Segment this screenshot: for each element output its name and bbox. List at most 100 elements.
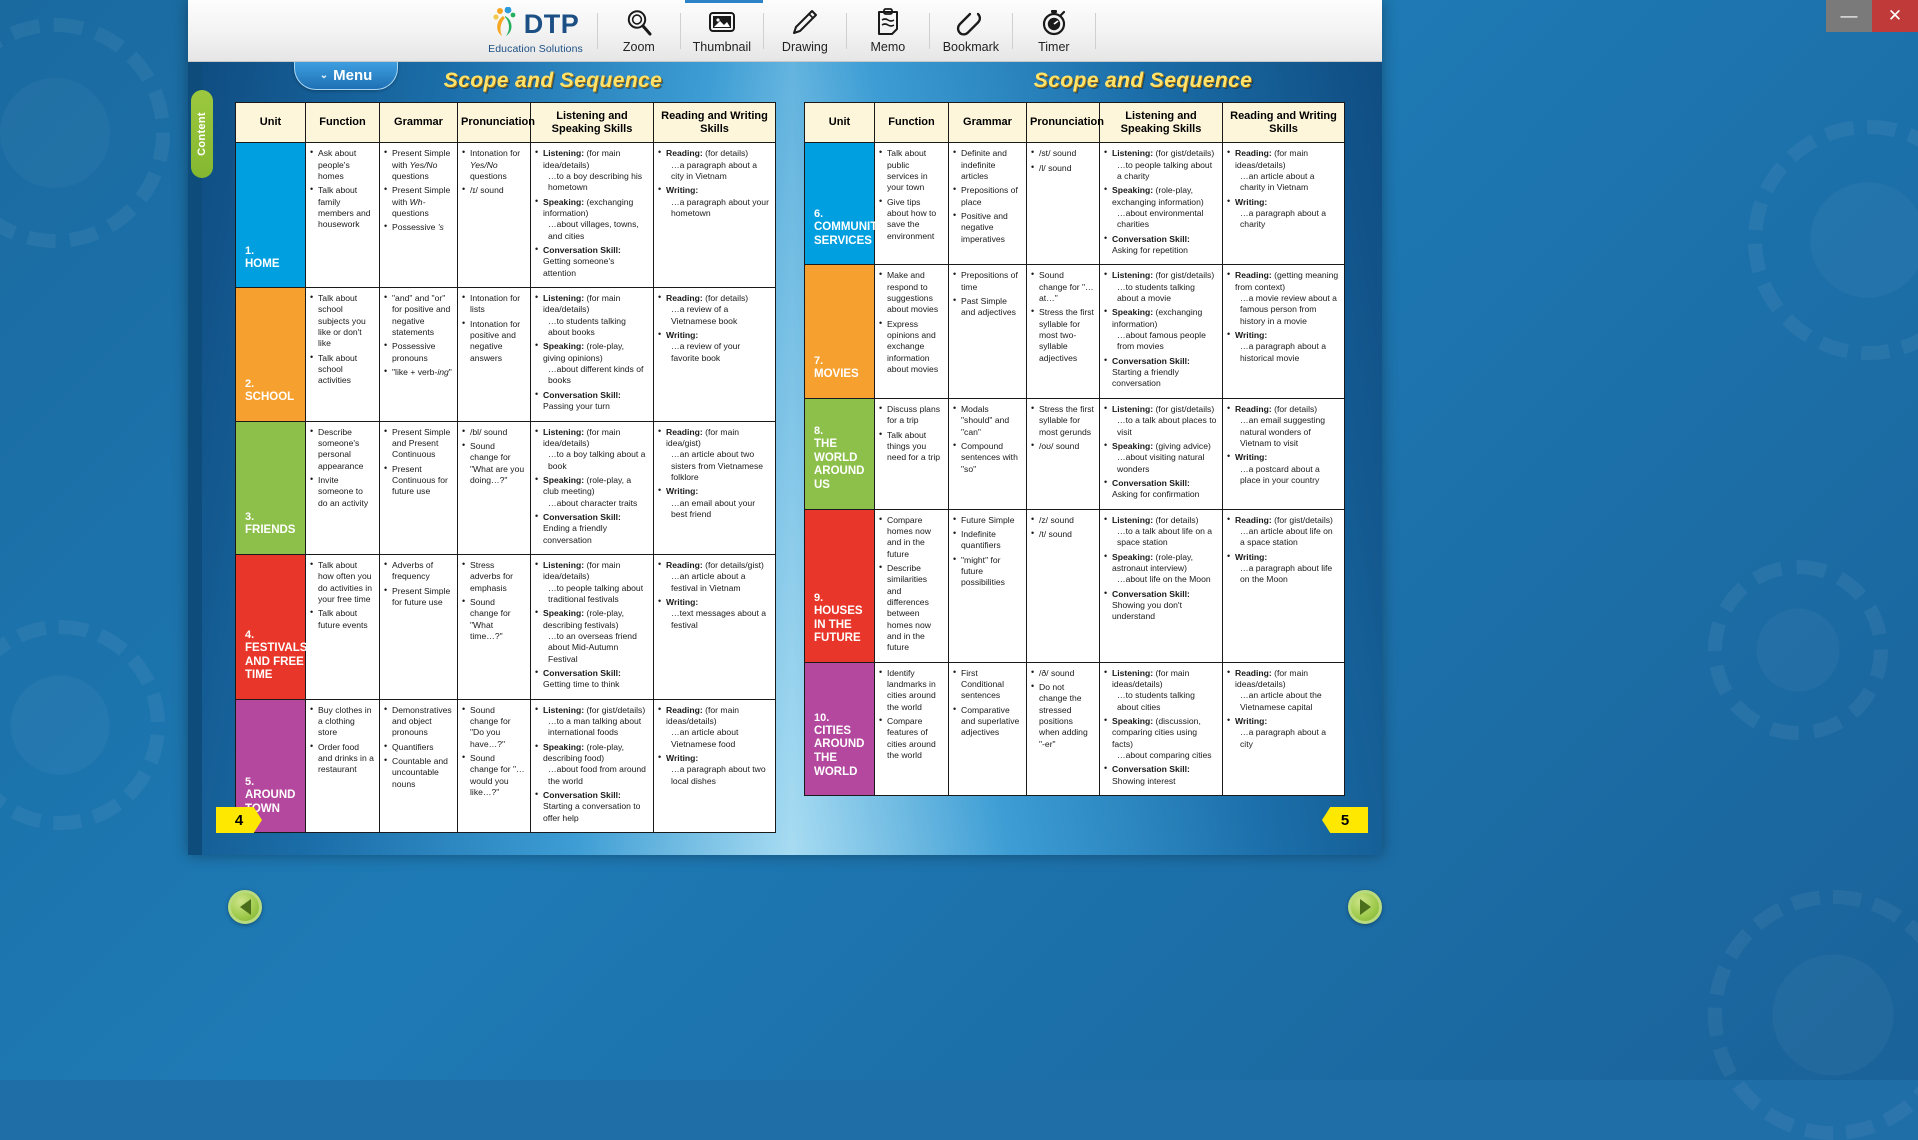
list-item: Writing:…text messages about a festival	[658, 597, 770, 631]
chevron-right-icon	[1360, 899, 1371, 915]
function-cell: Ask about people's homesTalk about famil…	[306, 143, 380, 288]
chevron-left-icon	[240, 899, 251, 915]
next-page-arrow[interactable]	[1348, 890, 1382, 924]
reading-writing-cell: Reading: (for main ideas/details)…an art…	[654, 699, 776, 832]
list-item: Modals "should" and "can"	[953, 404, 1021, 438]
list-item: Speaking: (role-play, a club meeting)…ab…	[535, 475, 648, 509]
listening-speaking-cell: Listening: (for gist/details)…to student…	[1100, 265, 1223, 398]
list-item: Ask about people's homes	[310, 148, 374, 182]
list-item: Indefinite quantifiers	[953, 529, 1021, 552]
function-cell-list: Talk about school subjects you like or d…	[310, 293, 374, 387]
column-header-0: Unit	[236, 103, 306, 143]
reading-writing-cell: Reading: (for main idea/gist)…an article…	[654, 421, 776, 554]
reading-writing-cell: Reading: (for details)…a paragraph about…	[654, 143, 776, 288]
function-cell-list: Compare homes now and in the futureDescr…	[879, 515, 943, 654]
listening-speaking-cell-list: Listening: (for details)…to a talk about…	[1104, 515, 1217, 623]
list-item: Reading: (for main idea/gist)…an article…	[658, 427, 770, 484]
list-item: Compare homes now and in the future	[879, 515, 943, 560]
listening-speaking-cell: Listening: (for main idea/details)…to pe…	[531, 554, 654, 699]
listening-speaking-cell-list: Listening: (for main idea/details)…to a …	[535, 148, 648, 279]
function-cell-list: Talk about how often you do activities i…	[310, 560, 374, 631]
tool-drawing[interactable]: Drawing	[764, 2, 846, 60]
list-item: Discuss plans for a trip	[879, 404, 943, 427]
list-item: Invite someone to do an activity	[310, 475, 374, 509]
tool-label: Drawing	[782, 40, 828, 54]
list-item: Conversation Skill: Showing interest	[1104, 764, 1217, 787]
tool-memo[interactable]: Memo	[847, 2, 929, 60]
pronunciation-cell-list: /z/ sound/t/ sound	[1031, 515, 1094, 541]
list-item: Writing:…an email about your best friend	[658, 486, 770, 520]
list-item: Writing:…a paragraph about a historical …	[1227, 330, 1339, 364]
unit-name: CITIES AROUND THE WORLD	[814, 725, 864, 778]
unit-number: 6.	[814, 208, 874, 221]
list-item: Present Simple for future use	[384, 586, 452, 609]
function-cell: Identify landmarks in cities around the …	[875, 662, 949, 795]
grammar-cell: Adverbs of frequency Present Simple for f…	[380, 554, 458, 699]
grammar-cell-list: Adverbs of frequency Present Simple for f…	[384, 560, 452, 608]
tool-timer[interactable]: Timer	[1013, 2, 1095, 60]
function-cell: Talk about public services in your townG…	[875, 143, 949, 265]
list-item: Conversation Skill: Passing your turn	[535, 390, 648, 413]
decorative-gear-icon	[1748, 120, 1918, 360]
list-item: "like + verb-ing"	[384, 367, 452, 378]
book-viewer: Content ⌄ Menu Scope and Sequence UnitFu…	[188, 62, 1382, 855]
list-item: Talk about future events	[310, 608, 374, 631]
table-row: 5.AROUND TOWNBuy clothes in a clothing s…	[236, 699, 776, 832]
column-header-2: Grammar	[949, 103, 1027, 143]
list-item: Talk about family members and housework	[310, 185, 374, 230]
unit-cell: 6.COMMUNITY SERVICES	[805, 143, 875, 265]
list-item: Speaking: (role-play, describing festiva…	[535, 608, 648, 665]
list-item: Positive and negative imperatives	[953, 211, 1021, 245]
list-item: Adverbs of frequency	[384, 560, 452, 583]
pronunciation-cell: /ð/ soundDo not change the stressed posi…	[1027, 662, 1100, 795]
list-item: Writing:…a postcard about a place in you…	[1227, 452, 1339, 486]
reading-writing-cell-list: Reading: (for main ideas/details)…an art…	[1227, 148, 1339, 230]
previous-page-arrow[interactable]	[228, 890, 262, 924]
grammar-cell: Modals "should" and "can"Compound senten…	[949, 398, 1027, 509]
application-window: DTP Education Solutions Zoom	[188, 0, 1382, 855]
decorative-gear-icon	[0, 18, 170, 248]
tool-bookmark[interactable]: Bookmark	[930, 2, 1012, 60]
menu-button[interactable]: ⌄ Menu	[294, 62, 398, 90]
grammar-cell-list: Demonstratives and object pronounsQuanti…	[384, 705, 452, 790]
unit-cell: 7.MOVIES	[805, 265, 875, 398]
function-cell: Compare homes now and in the futureDescr…	[875, 509, 949, 662]
pronunciation-cell-list: Intonation for listsIntonation for posit…	[462, 293, 525, 364]
function-cell-list: Describe someone's personal appearanceIn…	[310, 427, 374, 509]
list-item: Reading: (getting meaning from context)……	[1227, 270, 1339, 327]
close-button[interactable]: ✕	[1872, 0, 1918, 32]
list-item: Identify landmarks in cities around the …	[879, 668, 943, 713]
tool-zoom[interactable]: Zoom	[598, 2, 680, 60]
reading-writing-cell-list: Reading: (for details)…a paragraph about…	[658, 148, 770, 219]
listening-speaking-cell-list: Listening: (for main idea/details)…to st…	[535, 293, 648, 412]
unit-name: FESTIVALS AND FREE TIME	[245, 642, 307, 681]
dtp-logo-icon	[492, 7, 518, 42]
list-item: Reading: (for main ideas/details)…an art…	[1227, 148, 1339, 193]
right-page: Scope and Sequence UnitFunctionGrammarPr…	[792, 62, 1382, 855]
list-item: Describe someone's personal appearance	[310, 427, 374, 472]
list-item: Reading: (for details)…an email suggesti…	[1227, 404, 1339, 449]
content-tab[interactable]: Content	[191, 90, 213, 178]
listening-speaking-cell-list: Listening: (for gist/details)…to people …	[1104, 148, 1217, 256]
window-controls: — ✕	[1826, 0, 1918, 32]
list-item: Compound sentences with "so"	[953, 441, 1021, 475]
chevron-down-icon: ⌄	[320, 70, 328, 81]
list-item: First Conditional sentences	[953, 668, 1021, 702]
list-item: Writing:…a paragraph about your hometown	[658, 185, 770, 219]
grammar-cell: Present Simple and Present ContinuousPre…	[380, 421, 458, 554]
grammar-cell: First Conditional sentencesComparative a…	[949, 662, 1027, 795]
pronunciation-cell-list: Sound change for "Do you have…?"Sound ch…	[462, 705, 525, 799]
list-item: Listening: (for main ideas/details)…to s…	[1104, 668, 1217, 713]
tool-thumbnail[interactable]: Thumbnail	[681, 2, 763, 60]
grammar-cell: Present Simple with Yes/No questionsPres…	[380, 143, 458, 288]
unit-number: 1.	[245, 245, 305, 258]
list-item: /oʊ/ sound	[1031, 441, 1094, 452]
list-item: Speaking: (giving advice)…about visiting…	[1104, 441, 1217, 475]
list-item: Listening: (for gist/details)…to a man t…	[535, 705, 648, 739]
listening-speaking-cell: Listening: (for main ideas/details)…to s…	[1100, 662, 1223, 795]
page-title: Scope and Sequence	[848, 69, 1382, 93]
tool-label: Thumbnail	[693, 40, 751, 54]
minimize-button[interactable]: —	[1826, 0, 1872, 32]
table-row: 4.FESTIVALS AND FREE TIMETalk about how …	[236, 554, 776, 699]
grammar-cell-list: Modals "should" and "can"Compound senten…	[953, 404, 1021, 475]
